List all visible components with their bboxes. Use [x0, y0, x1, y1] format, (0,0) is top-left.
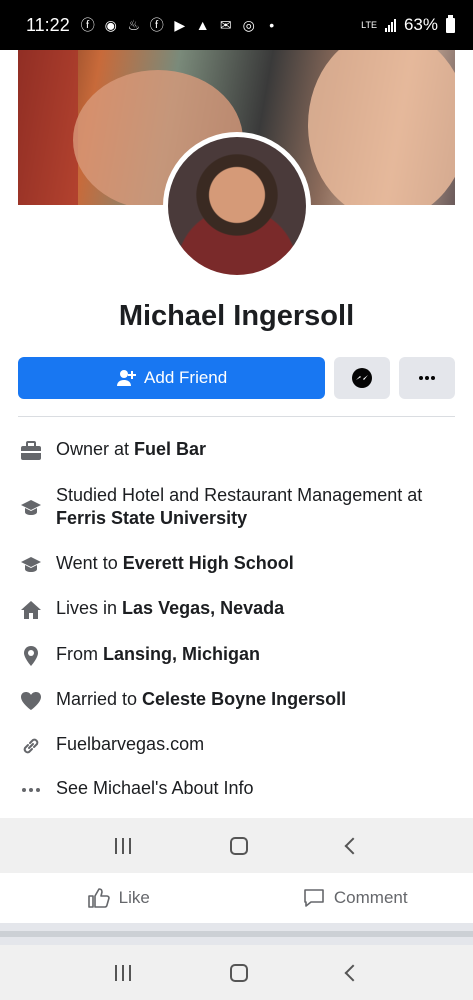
email-icon: ✉	[219, 17, 232, 33]
battery-percent: 63%	[403, 15, 438, 34]
lte-indicator: LTE	[361, 19, 377, 30]
comment-icon	[304, 889, 324, 907]
status-bar: 11:22 ⓕ ◉ ♨ ⓕ ▶ ▲ ✉ ◎ • LTE 63%	[0, 0, 473, 50]
info-bold[interactable]: Fuel Bar	[134, 439, 206, 459]
relationship-item[interactable]: Married to Celeste Boyne Ingersoll	[18, 688, 346, 714]
info-prefix: Married to	[56, 689, 143, 709]
post-actions-bar: Like Comment	[0, 873, 473, 923]
messenger-icon	[352, 368, 373, 388]
notification-icons: ⓕ ◉ ♨ ⓕ ▶ ▲ ✉ ◎ •	[80, 17, 280, 33]
profile-name: Michael Ingersoll	[118, 300, 355, 332]
info-prefix: Owner at	[56, 439, 135, 459]
profile-actions: Add Friend	[18, 357, 455, 399]
uber-eats-icon: ♨	[127, 17, 140, 33]
home-icon[interactable]	[229, 836, 248, 855]
link-icon	[18, 733, 44, 759]
divider	[18, 416, 455, 417]
status-time: 11:22	[26, 14, 70, 35]
more-options-button[interactable]	[399, 357, 455, 399]
house-icon	[18, 597, 44, 623]
info-bold[interactable]: Everett High School	[123, 553, 294, 573]
info-prefix: From	[56, 644, 103, 664]
ellipsis-icon	[18, 777, 44, 803]
location-pin-icon	[18, 643, 44, 669]
add-friend-icon	[117, 370, 137, 386]
website-link[interactable]: Fuelbarvegas.com	[56, 734, 204, 754]
education-college-item[interactable]: Studied Hotel and Restaurant Management …	[18, 484, 446, 530]
info-bold[interactable]: Lansing, Michigan	[103, 644, 260, 664]
like-label: Like	[118, 888, 150, 907]
facebook-icon: ⓕ	[149, 17, 164, 33]
alarm-icon: ▲	[195, 17, 210, 33]
info-bold[interactable]: Ferris State University	[56, 508, 247, 528]
graduation-cap-icon	[18, 552, 44, 578]
hometown-item[interactable]: From Lansing, Michigan	[18, 643, 260, 669]
work-item[interactable]: Owner at Fuel Bar	[18, 438, 206, 464]
add-friend-button[interactable]: Add Friend	[18, 357, 326, 399]
dot-icon: •	[269, 17, 275, 33]
battery-icon	[446, 14, 455, 33]
youtube-icon: ▶	[174, 17, 186, 33]
profile-photo[interactable]	[163, 132, 311, 280]
info-prefix: Studied Hotel and Restaurant Management …	[56, 485, 423, 505]
see-about-item[interactable]: See Michael's About Info	[18, 777, 254, 803]
facebook-icon: ⓕ	[80, 17, 95, 33]
messenger-icon: ◉	[104, 17, 117, 33]
briefcase-icon	[18, 438, 44, 464]
instagram-icon: ◎	[242, 17, 255, 33]
add-friend-label: Add Friend	[144, 368, 228, 387]
like-button[interactable]: Like	[0, 887, 237, 909]
website-item[interactable]: Fuelbarvegas.com	[18, 733, 204, 759]
signal-icon	[384, 18, 396, 32]
home-icon[interactable]	[229, 963, 248, 982]
recent-apps-icon[interactable]	[114, 964, 131, 981]
system-nav-bar	[0, 945, 473, 1000]
android-nav-bar	[0, 818, 473, 873]
info-prefix: Went to	[56, 553, 123, 573]
info-bold[interactable]: Las Vegas, Nevada	[122, 598, 284, 618]
graduation-cap-icon	[18, 495, 44, 521]
info-prefix: Lives in	[56, 598, 123, 618]
message-button[interactable]	[334, 357, 391, 399]
back-icon[interactable]	[344, 837, 361, 854]
see-about-label: See Michael's About Info	[56, 778, 254, 798]
profile-card: Michael Ingersoll Add Friend Owner at Fu…	[0, 50, 473, 820]
heart-icon	[18, 688, 44, 714]
education-highschool-item[interactable]: Went to Everett High School	[18, 552, 294, 578]
back-icon[interactable]	[344, 964, 361, 981]
recent-apps-icon[interactable]	[114, 837, 131, 854]
thumbs-up-icon	[87, 888, 110, 908]
info-bold[interactable]: Celeste Boyne Ingersoll	[142, 689, 346, 709]
lives-in-item[interactable]: Lives in Las Vegas, Nevada	[18, 597, 284, 623]
avatar	[168, 137, 306, 275]
ellipsis-icon	[419, 376, 436, 380]
comment-button[interactable]: Comment	[237, 887, 473, 909]
divider	[0, 923, 473, 945]
comment-label: Comment	[333, 888, 408, 907]
